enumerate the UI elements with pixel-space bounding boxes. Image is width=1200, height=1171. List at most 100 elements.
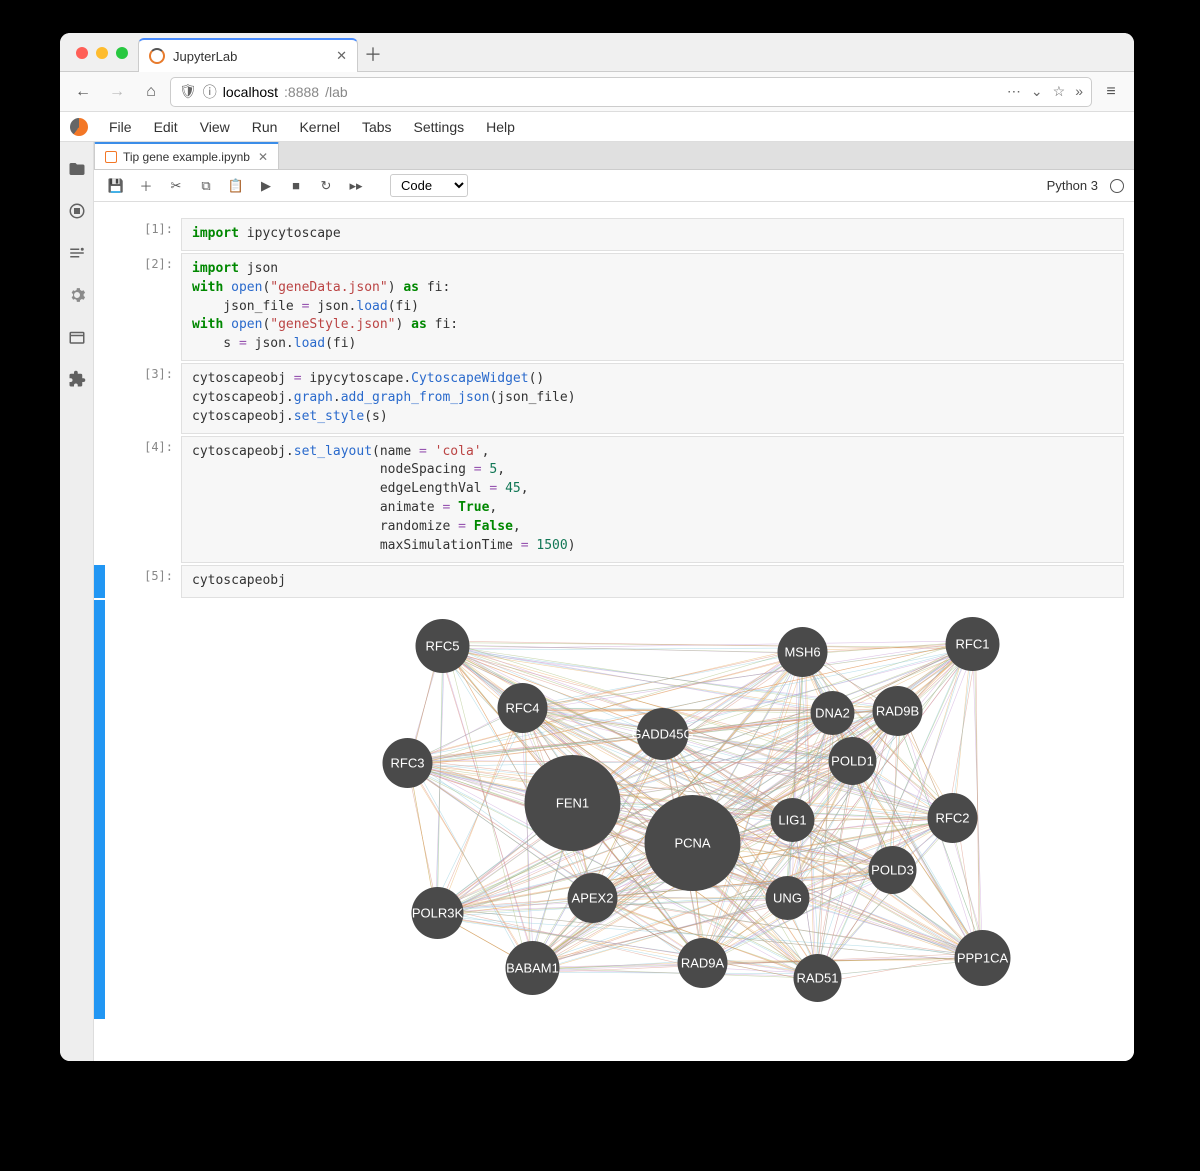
code-cell[interactable]: [3]:cytoscapeobj = ipycytoscape.Cytoscap… (94, 363, 1124, 434)
code-cell[interactable]: [5]:cytoscapeobj (94, 565, 1124, 598)
cell-input[interactable]: cytoscapeobj.set_layout(name = 'cola', n… (181, 436, 1124, 563)
cut-button[interactable]: ✂ (164, 174, 188, 198)
graph-node-rfc3[interactable]: RFC3 (383, 738, 433, 788)
graph-node-rfc2[interactable]: RFC2 (928, 793, 978, 843)
restart-button[interactable]: ↻ (314, 174, 338, 198)
save-button[interactable]: 💾 (104, 174, 128, 198)
graph-node-rfc5[interactable]: RFC5 (416, 619, 470, 673)
notebook-tab-title: Tip gene example.ipynb (123, 150, 250, 164)
code-cell[interactable]: [4]:cytoscapeobj.set_layout(name = 'cola… (94, 436, 1124, 563)
menu-run[interactable]: Run (241, 112, 289, 141)
document-tabstrip: Tip gene example.ipynb ✕ (94, 142, 1134, 170)
svg-text:PPP1CA: PPP1CA (957, 950, 1009, 965)
svg-text:GADD45G: GADD45G (631, 726, 693, 741)
menu-kernel[interactable]: Kernel (288, 112, 350, 141)
cytoscape-output[interactable]: RFC5 MSH6 RFC1 RFC4 GADD45G DNA2 RAD9B RFC3 POLD… (181, 600, 1124, 1019)
address-bar[interactable]: 🛡 ⓘ localhost:8888/lab ⋯ ⌄ ☆ » (170, 77, 1092, 107)
graph-node-lig1[interactable]: LIG1 (771, 798, 815, 842)
window-minimize-button[interactable] (96, 47, 108, 59)
graph-node-pcna[interactable]: PCNA (645, 795, 741, 891)
graph-node-msh6[interactable]: MSH6 (778, 627, 828, 677)
cell-select-bar (94, 363, 105, 434)
menu-tabs[interactable]: Tabs (351, 112, 403, 141)
menu-file[interactable]: File (98, 112, 143, 141)
graph-node-pold3[interactable]: POLD3 (869, 846, 917, 894)
code-cell[interactable]: [2]:import json with open("geneData.json… (94, 253, 1124, 361)
cell-output-row: RFC5 MSH6 RFC1 RFC4 GADD45G DNA2 RAD9B RFC3 POLD… (94, 600, 1124, 1019)
browser-tab-close-icon[interactable]: ✕ (336, 48, 347, 64)
cell-input[interactable]: import ipycytoscape (181, 218, 1124, 251)
cell-input[interactable]: import json with open("geneData.json") a… (181, 253, 1124, 361)
graph-node-dna2[interactable]: DNA2 (811, 691, 855, 735)
home-button[interactable]: ⌂ (136, 77, 166, 107)
graph-node-rfc1[interactable]: RFC1 (946, 617, 1000, 671)
jupyter-menubar: FileEditViewRunKernelTabsSettingsHelp (60, 112, 1134, 142)
graph-node-pold1[interactable]: POLD1 (829, 737, 877, 785)
window-close-button[interactable] (76, 47, 88, 59)
svg-text:RFC5: RFC5 (426, 638, 460, 653)
notebook-body[interactable]: [1]:import ipycytoscape[2]:import json w… (94, 202, 1134, 1061)
cell-prompt: [3]: (105, 363, 181, 434)
notebook-tab-close-icon[interactable]: ✕ (258, 150, 268, 164)
svg-text:DNA2: DNA2 (815, 705, 850, 720)
url-port: :8888 (284, 84, 319, 100)
svg-text:LIG1: LIG1 (778, 812, 806, 827)
graph-node-rad9b[interactable]: RAD9B (873, 686, 923, 736)
cell-type-select[interactable]: Code (390, 174, 468, 197)
new-tab-button[interactable]: ＋ (358, 39, 388, 69)
menu-edit[interactable]: Edit (143, 112, 189, 141)
graph-node-ppp1ca[interactable]: PPP1CA (955, 930, 1011, 986)
activity-bar (60, 142, 94, 1061)
svg-text:APEX2: APEX2 (572, 890, 614, 905)
menu-settings[interactable]: Settings (403, 112, 476, 141)
url-path: /lab (325, 84, 348, 100)
graph-node-apex2[interactable]: APEX2 (568, 873, 618, 923)
tabs-icon[interactable] (68, 328, 86, 346)
cell-output-bar (94, 600, 105, 1019)
hamburger-menu-button[interactable]: ≡ (1096, 77, 1126, 107)
browser-tab[interactable]: JupyterLab ✕ (138, 38, 358, 72)
ellipsis-icon[interactable]: ⋯ (1007, 83, 1021, 100)
copy-button[interactable]: ⧉ (194, 174, 218, 198)
cell-input[interactable]: cytoscapeobj (181, 565, 1124, 598)
menu-view[interactable]: View (189, 112, 241, 141)
graph-node-rfc4[interactable]: RFC4 (498, 683, 548, 733)
info-icon: ⓘ (203, 82, 217, 102)
notebook-tab[interactable]: Tip gene example.ipynb ✕ (94, 142, 279, 169)
graph-node-ung[interactable]: UNG (766, 876, 810, 920)
run-all-button[interactable]: ▸▸ (344, 174, 368, 198)
browser-tab-title: JupyterLab (173, 49, 237, 64)
kernel-name[interactable]: Python 3 (1047, 178, 1098, 193)
file-browser-icon[interactable] (68, 160, 86, 178)
svg-text:POLD1: POLD1 (831, 753, 874, 768)
graph-node-rad51[interactable]: RAD51 (794, 954, 842, 1002)
overflow-icon[interactable]: » (1075, 83, 1083, 100)
kernel-status-icon[interactable] (1110, 179, 1124, 193)
gene-network-graph[interactable]: RFC5 MSH6 RFC1 RFC4 GADD45G DNA2 RAD9B RFC3 POLD… (191, 608, 1114, 1008)
insert-cell-button[interactable]: ＋ (134, 174, 158, 198)
paste-button[interactable]: 📋 (224, 174, 248, 198)
pocket-icon[interactable]: ⌄ (1031, 83, 1043, 100)
menu-help[interactable]: Help (475, 112, 526, 141)
graph-node-polr3k[interactable]: POLR3K (412, 887, 464, 939)
svg-text:POLR3K: POLR3K (412, 905, 464, 920)
extension-icon[interactable] (68, 370, 86, 388)
bookmark-icon[interactable]: ☆ (1053, 83, 1066, 100)
graph-node-fen1[interactable]: FEN1 (525, 755, 621, 851)
cell-input[interactable]: cytoscapeobj = ipycytoscape.CytoscapeWid… (181, 363, 1124, 434)
svg-text:RFC1: RFC1 (956, 636, 990, 651)
window-maximize-button[interactable] (116, 47, 128, 59)
settings-icon[interactable] (68, 286, 86, 304)
stop-button[interactable]: ■ (284, 174, 308, 198)
url-host: localhost (223, 84, 278, 100)
commands-icon[interactable] (68, 244, 86, 262)
graph-node-rad9a[interactable]: RAD9A (678, 938, 728, 988)
running-icon[interactable] (68, 202, 86, 220)
graph-node-babam1[interactable]: BABAM1 (506, 941, 560, 995)
notebook-icon (105, 151, 117, 163)
svg-text:RFC2: RFC2 (936, 810, 970, 825)
run-button[interactable]: ▶ (254, 174, 278, 198)
back-button[interactable]: ← (68, 77, 98, 107)
code-cell[interactable]: [1]:import ipycytoscape (94, 218, 1124, 251)
svg-text:MSH6: MSH6 (784, 644, 820, 659)
